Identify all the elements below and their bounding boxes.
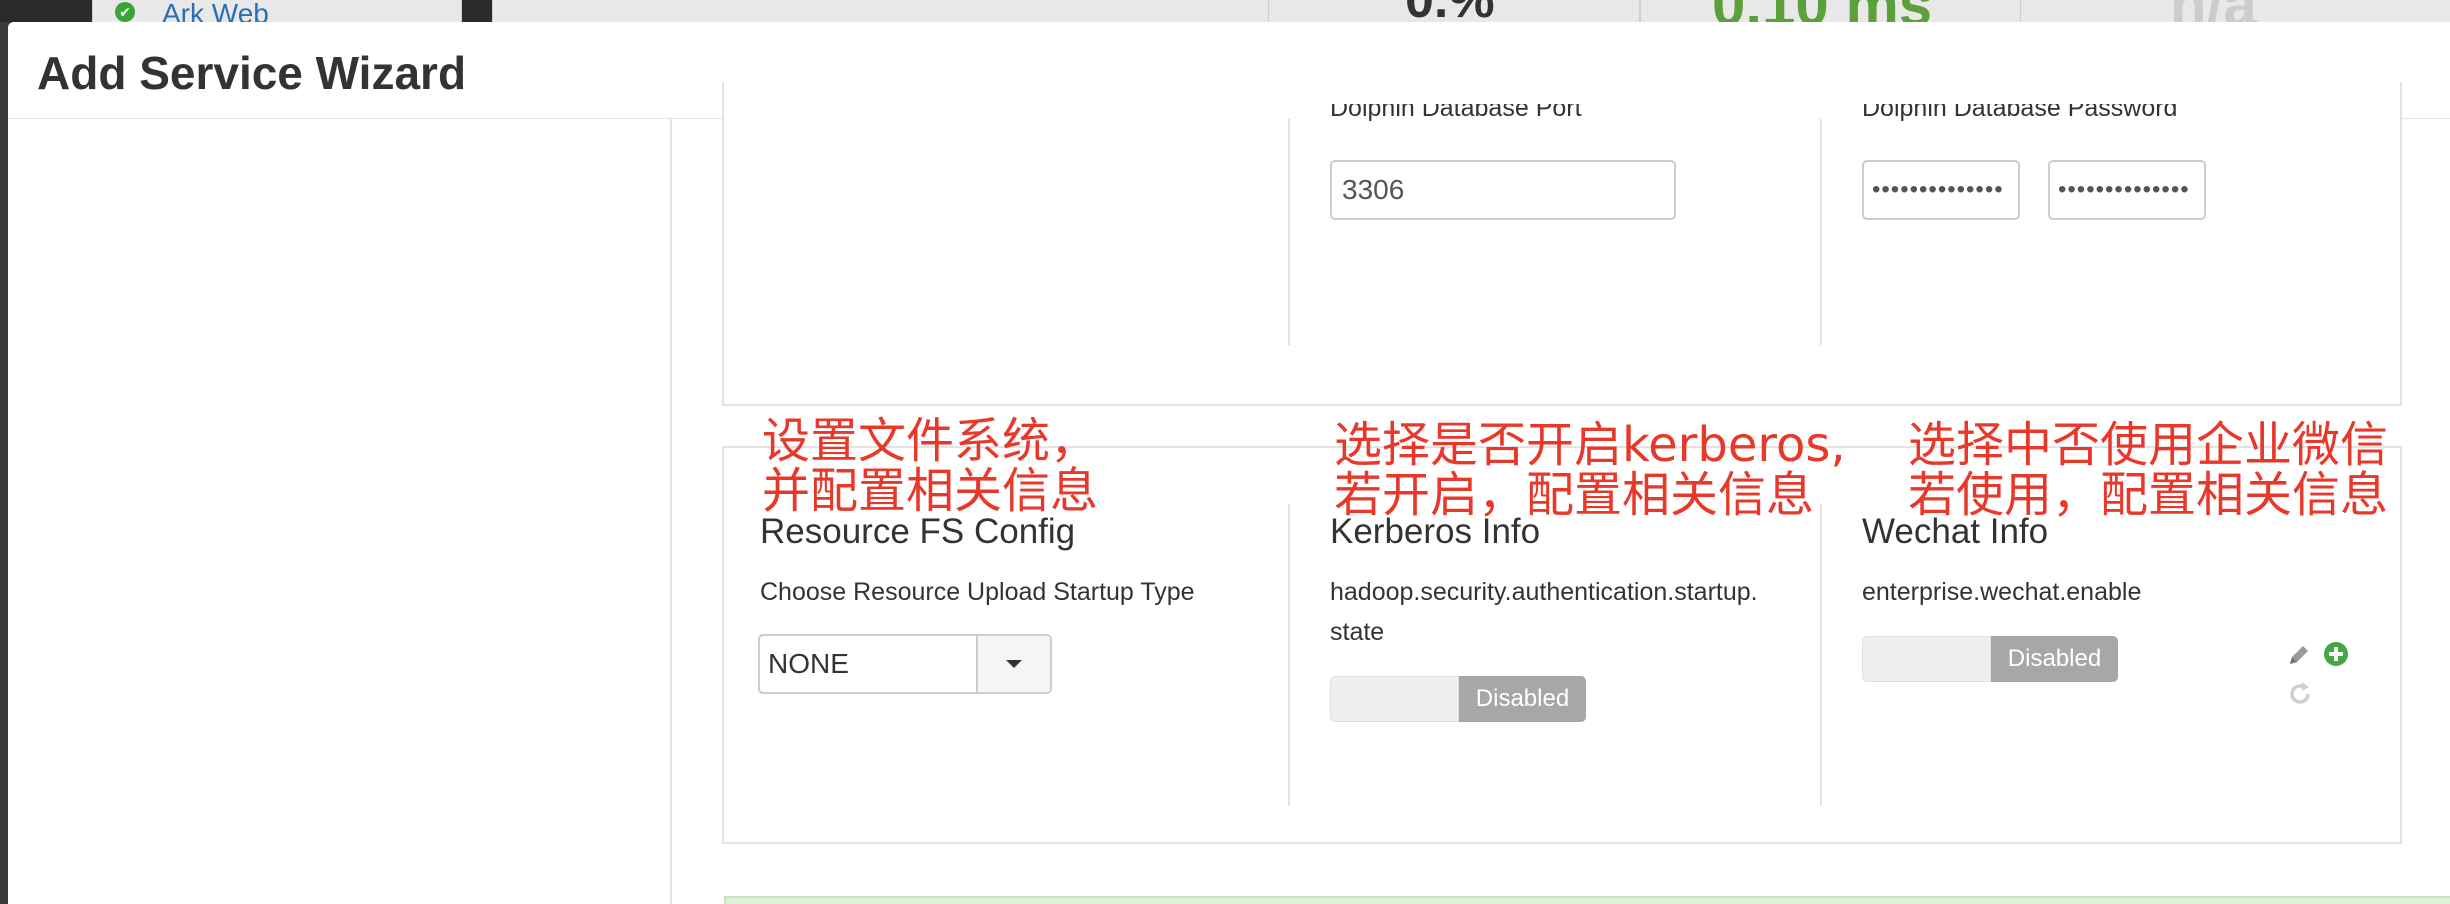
port-label-text: Dolphin Database Port — [1330, 104, 1582, 122]
plus-circle-icon[interactable] — [2322, 640, 2350, 668]
kerberos-toggle[interactable]: Disabled — [1330, 676, 1586, 722]
resource-fs-title: Resource FS Config — [760, 512, 1076, 551]
port-input[interactable]: 3306 — [1330, 160, 1676, 220]
resource-upload-type-select[interactable]: NONE — [758, 634, 1052, 694]
check-circle-icon: ✔ — [115, 2, 135, 22]
kerberos-title: Kerberos Info — [1330, 512, 1541, 551]
wechat-title: Wechat Info — [1862, 512, 2049, 551]
next-section-border — [724, 896, 2450, 904]
background-page: ✔ Ark Web 0.% 0.10 ms n/a — [0, 0, 2450, 22]
background-tile — [492, 0, 1274, 22]
pencil-icon[interactable] — [2286, 642, 2312, 668]
background-tile — [92, 0, 462, 22]
password-input[interactable]: •••••••••••••• — [1862, 160, 2020, 220]
column-divider — [1820, 504, 1822, 806]
wizard-steps-sidebar — [8, 119, 672, 904]
annotation-fs-line1: 设置文件系统， — [762, 413, 1099, 469]
wechat-toggle[interactable]: Disabled — [1862, 636, 2118, 682]
toggle-track — [1330, 676, 1459, 722]
annotation-kerberos: 选择是否开启kerberos, 若开启，配置相关信息 — [1334, 420, 1846, 520]
toggle-state-label: Disabled — [1459, 676, 1586, 722]
column-divider — [1288, 504, 1290, 806]
modal-title: Add Service Wizard — [37, 47, 467, 99]
database-config-panel — [722, 82, 2402, 406]
column-divider — [1288, 119, 1290, 345]
column-divider — [1820, 119, 1822, 345]
refresh-icon[interactable] — [2286, 680, 2314, 708]
toggle-track — [1862, 636, 1991, 682]
select-dropdown-button[interactable] — [976, 636, 1050, 692]
wechat-label: enterprise.wechat.enable — [1862, 578, 2142, 606]
toggle-state-label: Disabled — [1991, 636, 2118, 682]
resource-upload-type-value: NONE — [768, 648, 849, 679]
background-metric: n/a — [2170, 0, 2257, 22]
kerberos-label-line1: hadoop.security.authentication.startup. — [1330, 578, 1758, 606]
resource-fs-label: Choose Resource Upload Startup Type — [760, 578, 1195, 606]
background-metric: 0.% — [1405, 0, 1495, 22]
password-confirm-input[interactable]: •••••••••••••• — [2048, 160, 2206, 220]
kerberos-label-line2: state — [1330, 618, 1385, 646]
annotation-fs-line2: 并配置相关信息 — [762, 463, 1099, 519]
password-label: Dolphin Database Password — [1862, 104, 2177, 126]
caret-down-icon — [1006, 660, 1022, 668]
annotation-kerberos-line1: 选择是否开启kerberos, — [1334, 417, 1846, 473]
annotation-wechat-line1: 选择中否使用企业微信 — [1908, 417, 2389, 473]
password-label-text: Dolphin Database Password — [1862, 104, 2178, 122]
port-label: Dolphin Database Port — [1330, 104, 1582, 126]
background-metric: 0.10 ms — [1712, 0, 1932, 22]
background-link: Ark Web — [162, 0, 269, 22]
annotation-wechat: 选择中否使用企业微信 若使用，配置相关信息 — [1908, 420, 2388, 520]
annotation-fs: 设置文件系统， 并配置相关信息 — [762, 416, 1098, 516]
add-service-wizard-modal: Add Service Wizard Dolphin Database Port… — [8, 22, 2450, 904]
